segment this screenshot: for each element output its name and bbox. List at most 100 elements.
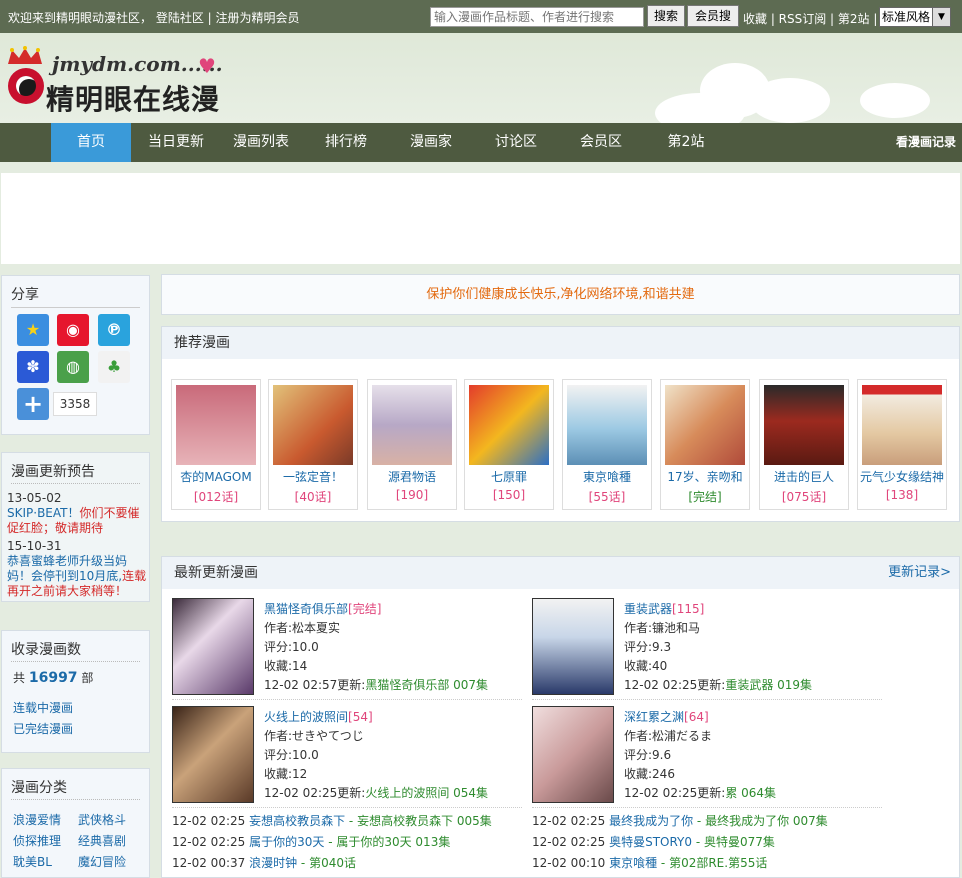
recommend-name[interactable]: 杏的MAGOM [172, 468, 260, 485]
cover-image[interactable] [764, 385, 844, 465]
update-episode[interactable]: 累 064集 [725, 786, 776, 800]
style-select-value: 标准风格 [882, 10, 931, 24]
clover-icon[interactable]: ♣ [98, 351, 130, 383]
member-search-button[interactable]: 会员搜 [687, 5, 739, 27]
ongoing-link[interactable]: 连载中漫画 [13, 699, 73, 716]
update-name[interactable]: 最终我成为了你 [609, 814, 693, 828]
top-links[interactable]: 收藏 | RSS订阅 | 第2站 | [743, 10, 877, 27]
update-history-link[interactable]: 更新记录> [888, 557, 951, 589]
cover-image[interactable] [176, 385, 256, 465]
cover-image[interactable] [469, 385, 549, 465]
tencent-icon[interactable]: ◍ [57, 351, 89, 383]
nav-home[interactable]: 首页 [51, 123, 131, 162]
featured-title[interactable]: 重装武器[115] [624, 600, 704, 617]
featured-title[interactable]: 深红累之渊[64] [624, 708, 709, 725]
categories-title: 漫画分类 [11, 780, 67, 796]
title-tag: [115] [672, 602, 705, 616]
weibo-icon[interactable]: ◉ [57, 314, 89, 346]
recommend-card[interactable]: 一弦定音！ [40话] [268, 379, 358, 510]
update-name[interactable]: 浪漫时钟 [249, 856, 297, 870]
recommend-name[interactable]: 源君物语 [368, 468, 456, 485]
cover-image[interactable] [273, 385, 353, 465]
cover-image[interactable] [172, 598, 254, 695]
nav-forum[interactable]: 讨论区 [476, 123, 556, 162]
category-link[interactable]: 侦探推理 [13, 832, 61, 849]
qzone-icon[interactable]: ★ [17, 314, 49, 346]
recommend-name[interactable]: 元气少女缘结神 [858, 468, 946, 485]
update-episode[interactable]: - 属于你的30天 013集 [324, 835, 450, 849]
featured-card: 重装武器[115] 作者:镰池和马 评分:9.3 收藏:40 12-02 02:… [532, 598, 882, 700]
history-link[interactable]: 看漫画记录 [896, 123, 956, 162]
title-text[interactable]: 重装武器 [624, 602, 672, 616]
category-link[interactable]: 耽美BL [13, 853, 52, 870]
cover-image[interactable] [532, 706, 614, 803]
nav-ranking[interactable]: 排行榜 [306, 123, 386, 162]
cover-image[interactable] [372, 385, 452, 465]
recommend-card[interactable]: 进击的巨人 [075话] [759, 379, 849, 510]
divider [11, 483, 140, 484]
featured-favorites: 收藏:40 [624, 659, 668, 673]
category-link[interactable]: 魔幻冒险 [78, 853, 126, 870]
cover-image[interactable] [532, 598, 614, 695]
recommend-name[interactable]: 一弦定音！ [269, 468, 357, 485]
update-episode[interactable]: - 第040话 [297, 856, 356, 870]
cover-image[interactable] [172, 706, 254, 803]
featured-title[interactable]: 黑猫怪奇俱乐部[完结] [264, 600, 381, 617]
completed-link[interactable]: 已完结漫画 [13, 720, 73, 737]
cover-image[interactable] [665, 385, 745, 465]
nav-list[interactable]: 漫画列表 [221, 123, 301, 162]
preview-title: 漫画更新预告 [11, 464, 95, 480]
title-text[interactable]: 黑猫怪奇俱乐部 [264, 602, 348, 616]
recommend-card[interactable]: 元气少女缘结神 [138] [857, 379, 947, 510]
update-name[interactable]: 東京喰種 [609, 856, 657, 870]
nav-today[interactable]: 当日更新 [136, 123, 216, 162]
update-episode[interactable]: - 妄想高校教员森下 005集 [345, 814, 492, 828]
search-button[interactable]: 搜索 [647, 5, 685, 27]
title-text[interactable]: 深红累之渊 [624, 710, 684, 724]
search-input[interactable] [430, 7, 644, 27]
recommend-card[interactable]: 17岁、亲吻和 [完结] [660, 379, 750, 510]
tencent-weibo-icon[interactable]: ℗ [98, 314, 130, 346]
update-episode[interactable]: - 第02部RE.第55话 [657, 856, 767, 870]
recommend-card[interactable]: 源君物语 [190] [367, 379, 457, 510]
more-share-icon[interactable]: + [17, 388, 49, 420]
recommend-card[interactable]: 東京喰種 [55话] [562, 379, 652, 510]
recommend-card[interactable]: 杏的MAGOM [012话] [171, 379, 261, 510]
preview-name[interactable]: SKIP·BEAT！ [7, 506, 80, 520]
recommend-name[interactable]: 七原罪 [465, 468, 553, 485]
update-episode[interactable]: 重装武器 019集 [725, 678, 812, 692]
nav-site2[interactable]: 第2站 [646, 123, 726, 162]
featured-author: 作者:せきやてつじ [264, 729, 364, 743]
update-name[interactable]: 奥特曼STORY0 [609, 835, 692, 849]
category-link[interactable]: 浪漫爱情 [13, 811, 61, 828]
recommend-episode: [138] [885, 488, 919, 502]
update-name[interactable]: 属于你的30天 [249, 835, 324, 849]
update-episode[interactable]: - 最终我成为了你 007集 [693, 814, 828, 828]
cover-image[interactable] [567, 385, 647, 465]
category-link[interactable]: 武侠格斗 [78, 811, 126, 828]
cover-image[interactable] [862, 385, 942, 465]
update-episode[interactable]: 火线上的波照间 054集 [365, 786, 488, 800]
baidu-icon[interactable]: ✽ [17, 351, 49, 383]
nav-artists[interactable]: 漫画家 [391, 123, 471, 162]
featured-title[interactable]: 火线上的波照间[54] [264, 708, 373, 725]
total-count: 共 16997 部 [13, 669, 93, 686]
site-logo[interactable]: jmydm.com...... ♥ 精明眼在线漫画 [2, 38, 232, 156]
preview-entry: 13-05-02 SKIP·BEAT！你们不要催促红脸；敬请期待 [7, 491, 147, 536]
recommend-name[interactable]: 17岁、亲吻和 [661, 468, 749, 485]
update-name[interactable]: 妄想高校教员森下 [249, 814, 345, 828]
recommend-card[interactable]: 七原罪 [150] [464, 379, 554, 510]
update-episode[interactable]: 黑猫怪奇俱乐部 007集 [365, 678, 488, 692]
recommend-name[interactable]: 東京喰種 [563, 468, 651, 485]
title-text[interactable]: 火线上的波照间 [264, 710, 348, 724]
recommend-name[interactable]: 进击的巨人 [760, 468, 848, 485]
nav-members[interactable]: 会员区 [561, 123, 641, 162]
latest-panel: 最新更新漫画 更新记录> 黑猫怪奇俱乐部[完结] 作者:松本夏实 评分:10.0… [161, 556, 960, 878]
recommend-episode: [40话] [294, 490, 332, 504]
update-row: 12-02 02:25 最终我成为了你 - 最终我成为了你 007集 [532, 812, 828, 829]
preview-name[interactable]: 恭喜蜜蜂老师升级当妈妈！会停刊到10月底, [7, 554, 127, 583]
category-link[interactable]: 经典喜剧 [78, 832, 126, 849]
style-select[interactable]: 标准风格 ▼ [879, 7, 951, 27]
update-episode[interactable]: - 奥特曼077集 [692, 835, 775, 849]
welcome-text[interactable]: 欢迎来到精明眼动漫社区， 登陆社区 | 注册为精明会员 [8, 9, 300, 26]
